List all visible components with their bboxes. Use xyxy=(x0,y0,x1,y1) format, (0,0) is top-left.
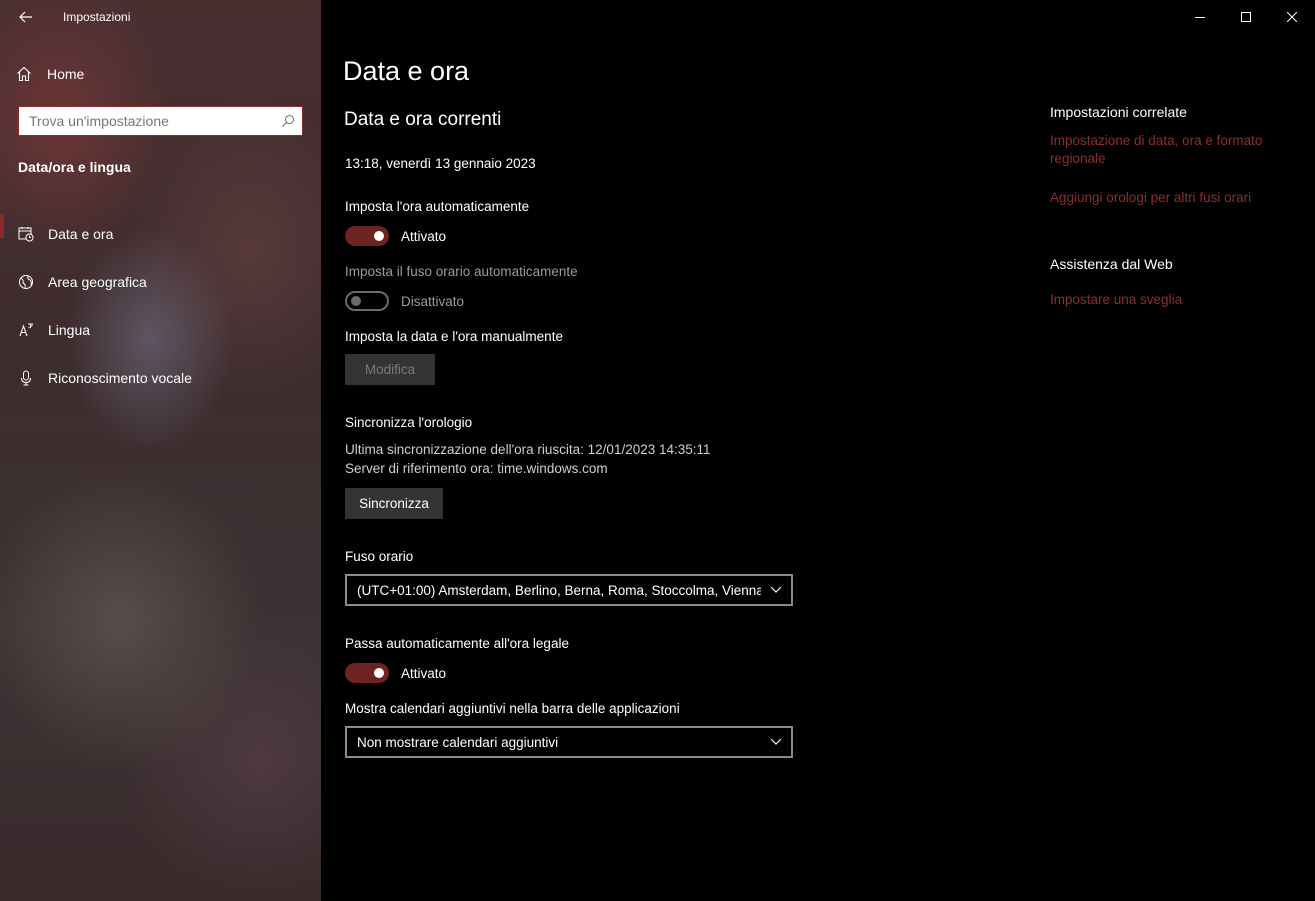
search-box xyxy=(18,106,303,136)
auto-timezone-label: Imposta il fuso orario automaticamente xyxy=(345,264,578,279)
microphone-icon xyxy=(17,369,35,387)
auto-time-label: Imposta l'ora automaticamente xyxy=(345,199,530,214)
sidebar: Impostazioni Home Data/ora e lingua xyxy=(0,0,321,901)
minimize-icon xyxy=(1195,17,1205,18)
app-title: Impostazioni xyxy=(63,10,131,24)
web-help-title: Assistenza dal Web xyxy=(1050,256,1173,272)
section-title: Data/ora e lingua xyxy=(18,159,131,175)
timezone-value: (UTC+01:00) Amsterdam, Berlino, Berna, R… xyxy=(357,582,761,598)
language-icon xyxy=(17,321,35,339)
auto-time-state: Attivato xyxy=(401,229,447,244)
current-datetime: 13:18, venerdì 13 gennaio 2023 xyxy=(345,156,536,171)
chevron-down-icon xyxy=(761,738,791,746)
sidebar-item-label: Riconoscimento vocale xyxy=(48,370,192,386)
main-content: Data e ora Data e ora correnti 13:18, ve… xyxy=(321,0,1315,901)
page-title: Data e ora xyxy=(343,56,470,86)
sidebar-item-label: Lingua xyxy=(48,322,91,338)
search-icon[interactable] xyxy=(274,114,302,128)
calendars-select[interactable]: Non mostrare calendari aggiuntivi xyxy=(345,726,793,758)
sync-label: Sincronizza l'orologio xyxy=(345,415,473,430)
maximize-button[interactable] xyxy=(1223,0,1269,34)
auto-timezone-state: Disattivato xyxy=(401,294,465,309)
back-button[interactable] xyxy=(14,6,38,28)
calendars-label: Mostra calendari aggiuntivi nella barra … xyxy=(345,701,680,716)
nav-home[interactable]: Home xyxy=(16,62,84,86)
maximize-icon xyxy=(1241,12,1251,22)
sidebar-item-data-e-ora[interactable]: Data e ora xyxy=(0,210,321,258)
manual-datetime-label: Imposta la data e l'ora manualmente xyxy=(345,329,563,344)
sync-button[interactable]: Sincronizza xyxy=(345,488,443,519)
sidebar-item-riconoscimento-vocale[interactable]: Riconoscimento vocale xyxy=(0,354,321,402)
auto-time-toggle[interactable] xyxy=(345,226,389,246)
window-controls xyxy=(1177,0,1315,34)
dst-toggle[interactable] xyxy=(345,663,389,683)
home-icon xyxy=(17,66,31,82)
section-subtitle: Data e ora correnti xyxy=(344,109,502,130)
close-button[interactable] xyxy=(1269,0,1315,34)
dst-label: Passa automaticamente all'ora legale xyxy=(345,636,569,651)
nav-home-label: Home xyxy=(47,66,85,82)
back-arrow-icon xyxy=(19,11,32,23)
modify-button[interactable]: Modifica xyxy=(345,354,435,385)
dst-state: Attivato xyxy=(401,666,447,681)
related-settings-title: Impostazioni correlate xyxy=(1050,104,1187,120)
time-server-text: Server di riferimento ora: time.windows.… xyxy=(345,461,608,476)
sidebar-item-label: Area geografica xyxy=(48,274,147,290)
sidebar-item-label: Data e ora xyxy=(48,226,114,242)
sidebar-item-lingua[interactable]: Lingua xyxy=(0,306,321,354)
timezone-select[interactable]: (UTC+01:00) Amsterdam, Berlino, Berna, R… xyxy=(345,574,793,606)
nav-list: Data e ora Area geografica Lingua Ricono… xyxy=(0,210,321,402)
globe-region-icon xyxy=(17,273,35,291)
link-add-clocks[interactable]: Aggiungi orologi per altri fusi orari xyxy=(1050,189,1290,207)
sidebar-item-area-geografica[interactable]: Area geografica xyxy=(0,258,321,306)
close-icon xyxy=(1287,12,1297,22)
last-sync-text: Ultima sincronizzazione dell'ora riuscit… xyxy=(345,442,711,457)
chevron-down-icon xyxy=(761,586,791,594)
link-regional-format[interactable]: Impostazione di data, ora e formato regi… xyxy=(1050,132,1290,168)
auto-timezone-toggle[interactable] xyxy=(345,291,389,311)
calendars-value: Non mostrare calendari aggiuntivi xyxy=(357,734,559,750)
timezone-label: Fuso orario xyxy=(345,549,414,564)
date-time-icon xyxy=(17,225,35,243)
link-set-alarm[interactable]: Impostare una sveglia xyxy=(1050,291,1290,309)
minimize-button[interactable] xyxy=(1177,0,1223,34)
search-input[interactable] xyxy=(19,107,274,135)
